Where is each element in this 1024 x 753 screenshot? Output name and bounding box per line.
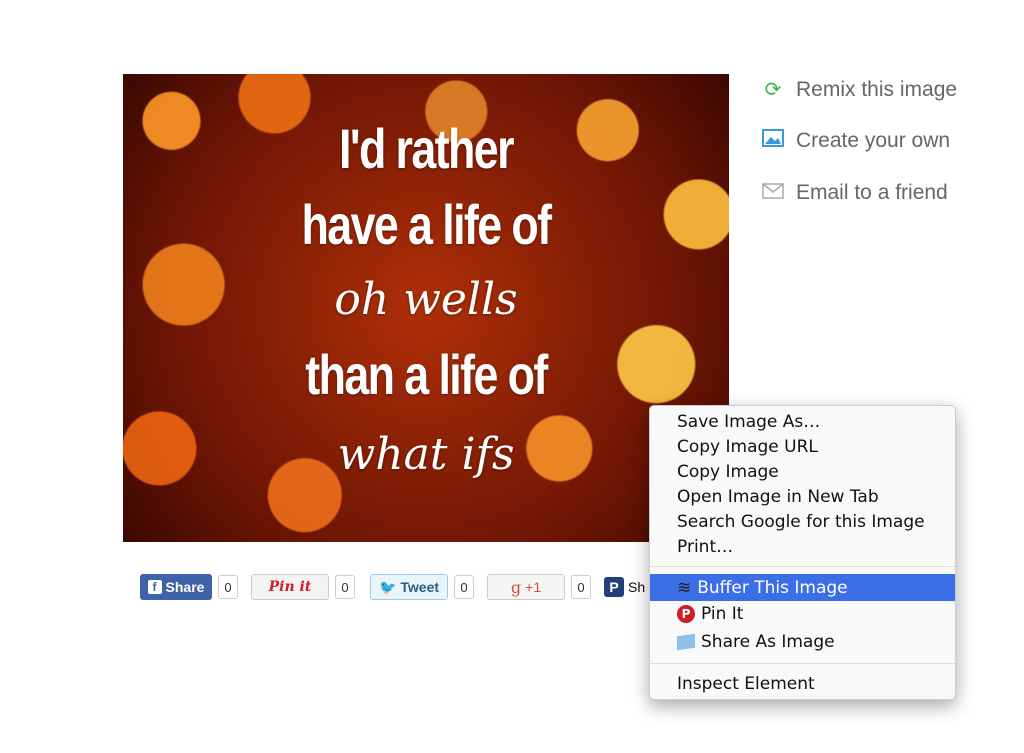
facebook-share-button[interactable]: f Share (140, 574, 212, 600)
pinterest-count: 0 (335, 575, 355, 599)
menu-item-buffer[interactable]: ≋ Buffer This Image (650, 574, 955, 601)
facebook-icon: f (147, 580, 162, 594)
email-label: Email to a friend (796, 181, 948, 204)
share-other-label: Sh (628, 579, 646, 595)
buffer-icon: ≋ (677, 577, 692, 598)
menu-item-inspect-element[interactable]: Inspect Element (650, 671, 955, 697)
gplus-button[interactable]: g +1 (487, 574, 565, 600)
pinterest-label: Pin it (268, 579, 312, 595)
share-as-image-label: Share As Image (701, 632, 835, 652)
quote-line: than a life of (305, 343, 548, 406)
menu-item-print[interactable]: Print… (650, 534, 955, 560)
facebook-count: 0 (218, 575, 238, 599)
quote-line: I'd rather (339, 117, 515, 180)
quote-line: what ifs (337, 429, 515, 480)
buffer-label: Buffer This Image (697, 577, 848, 598)
menu-item-save-image[interactable]: Save Image As… (650, 409, 955, 435)
pinterest-share-button[interactable]: P Sh (604, 574, 654, 600)
quote-line: oh wells (334, 274, 518, 325)
menu-separator (650, 663, 955, 664)
context-menu: Save Image As… Copy Image URL Copy Image… (649, 405, 956, 700)
remix-link[interactable]: ⟳ Remix this image (762, 77, 957, 102)
facebook-label: Share (165, 579, 205, 595)
image-icon (762, 129, 784, 153)
pinterest-pin-button[interactable]: Pin it (251, 574, 329, 600)
envelope-icon (762, 182, 784, 205)
tweet-count: 0 (454, 575, 474, 599)
pinterest-icon: P (677, 605, 695, 623)
menu-item-copy-image-url[interactable]: Copy Image URL (650, 434, 955, 460)
menu-item-open-new-tab[interactable]: Open Image in New Tab (650, 484, 955, 510)
email-link[interactable]: Email to a friend (762, 181, 948, 205)
share-as-image-icon (677, 633, 695, 651)
pinterest-icon: P (604, 577, 624, 597)
quote-line: have a life of (301, 193, 553, 256)
twitter-icon: 🐦 (378, 578, 397, 595)
pin-it-label: Pin It (701, 604, 744, 624)
create-own-link[interactable]: Create your own (762, 129, 950, 153)
menu-separator (650, 566, 955, 567)
quote-image[interactable]: I'd rather have a life of oh wells than … (123, 74, 729, 542)
menu-item-pin-it[interactable]: P Pin It (650, 601, 955, 627)
gplus-label: +1 (525, 579, 542, 595)
create-own-label: Create your own (796, 129, 951, 152)
menu-item-share-as-image[interactable]: Share As Image (650, 629, 955, 655)
gplus-icon: g (510, 577, 522, 597)
refresh-icon: ⟳ (764, 79, 782, 101)
tweet-button[interactable]: 🐦 Tweet (370, 574, 448, 600)
tweet-label: Tweet (400, 579, 440, 595)
menu-item-copy-image[interactable]: Copy Image (650, 459, 955, 485)
menu-item-search-google[interactable]: Search Google for this Image (650, 509, 955, 535)
gplus-count: 0 (571, 575, 591, 599)
remix-label: Remix this image (796, 77, 958, 101)
